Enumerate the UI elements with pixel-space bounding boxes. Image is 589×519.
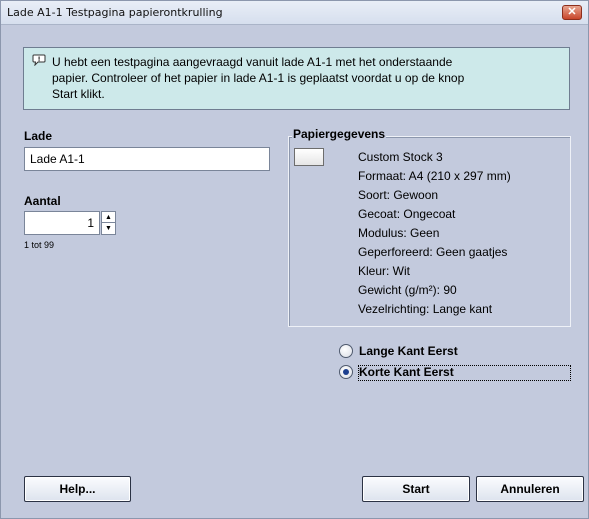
paper-detail: Geperforeerd: Geen gaatjes xyxy=(358,245,508,259)
close-button[interactable]: ✕ xyxy=(562,5,582,20)
speech-bubble-icon xyxy=(32,54,46,66)
radio-label-long-edge[interactable]: Lange Kant Eerst xyxy=(359,344,458,358)
paper-details-list: Custom Stock 3 Formaat: A4 (210 x 297 mm… xyxy=(358,148,511,319)
info-message: U hebt een testpagina aangevraagd vanuit… xyxy=(52,54,562,102)
paper-detail: Formaat: A4 (210 x 297 mm) xyxy=(358,169,511,183)
paper-detail: Gecoat: Ongecoat xyxy=(358,207,456,221)
paper-detail: Kleur: Wit xyxy=(358,264,411,278)
paper-detail: Modulus: Geen xyxy=(358,226,440,240)
close-icon: ✕ xyxy=(567,6,577,18)
stepper-down-icon[interactable]: ▼ xyxy=(102,223,115,234)
paper-info-legend: Papiergegevens xyxy=(292,127,387,141)
tray-label: Lade xyxy=(24,129,53,143)
paper-swatch-icon xyxy=(294,148,324,166)
paper-detail: Custom Stock 3 xyxy=(358,150,443,164)
paper-detail: Soort: Gewoon xyxy=(358,188,439,202)
help-button[interactable]: Help... xyxy=(24,476,131,502)
focus-indicator xyxy=(358,365,571,381)
stepper-up-icon[interactable]: ▲ xyxy=(102,212,115,223)
paper-detail: Vezelrichting: Lange kant xyxy=(358,302,493,316)
info-line: papier. Controleer of het papier in lade… xyxy=(52,71,465,85)
info-message-box: U hebt een testpagina aangevraagd vanuit… xyxy=(23,47,570,110)
window-title: Lade A1-1 Testpagina papierontkrulling xyxy=(7,6,223,19)
radio-button-selected-icon[interactable] xyxy=(339,365,353,379)
tray-field[interactable]: Lade A1-1 xyxy=(24,147,270,171)
radio-button-icon[interactable] xyxy=(339,344,353,358)
info-line: Start klikt. xyxy=(52,87,105,101)
radio-dot-icon xyxy=(343,369,349,375)
cancel-button[interactable]: Annuleren xyxy=(476,476,584,502)
quantity-range-hint: 1 tot 99 xyxy=(24,240,55,250)
info-line: U hebt een testpagina aangevraagd vanuit… xyxy=(52,55,453,69)
start-button[interactable]: Start xyxy=(362,476,470,502)
paper-detail: Gewicht (g/m²): 90 xyxy=(358,283,457,297)
quantity-stepper[interactable]: ▲ ▼ xyxy=(101,211,116,235)
dialog-window: Lade A1-1 Testpagina papierontkrulling ✕… xyxy=(0,0,589,519)
quantity-input[interactable]: 1 xyxy=(24,211,100,235)
quantity-label: Aantal xyxy=(24,194,61,208)
title-bar[interactable]: Lade A1-1 Testpagina papierontkrulling ✕ xyxy=(1,1,588,25)
